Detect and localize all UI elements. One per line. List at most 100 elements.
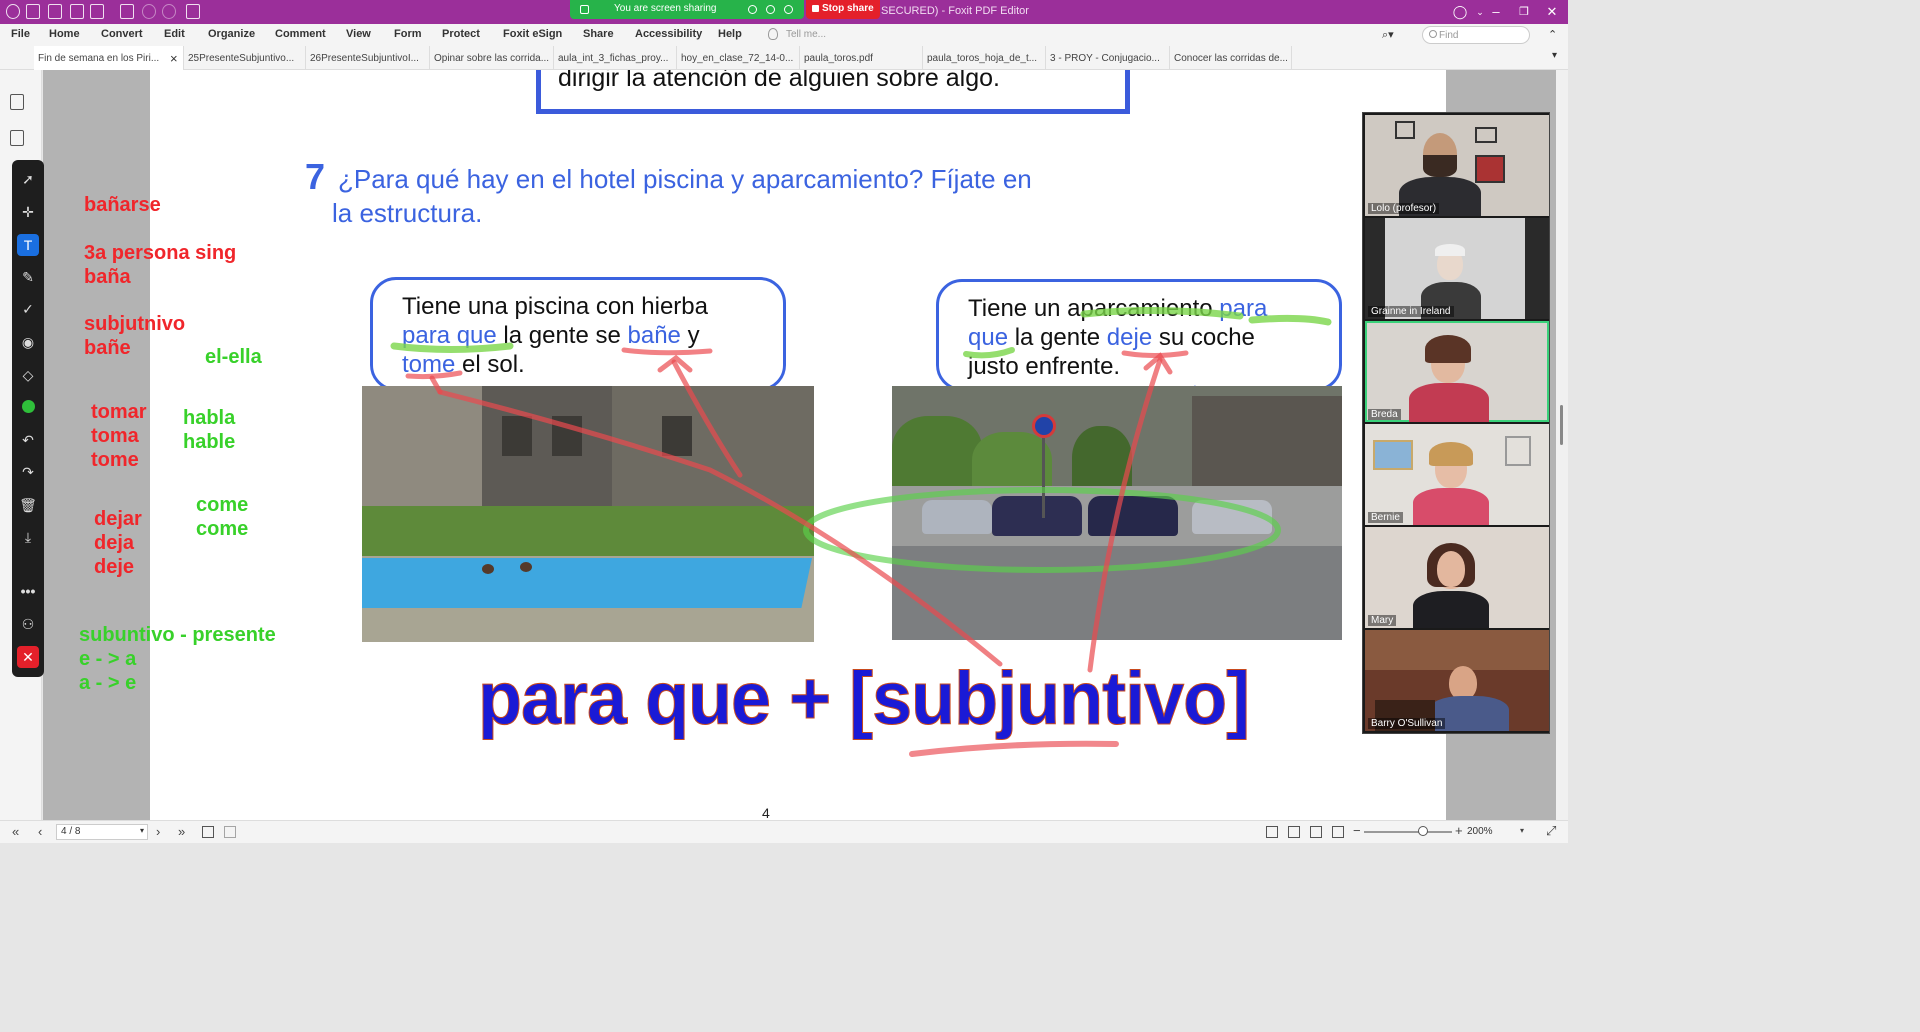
document-tab[interactable]: Opinar sobre las corrida...	[430, 46, 554, 70]
stamp-icon[interactable]: ◉	[17, 331, 39, 353]
next-page-icon[interactable]: ›	[156, 824, 160, 839]
select-arrow-icon[interactable]: ➚	[17, 168, 39, 190]
menu-edit[interactable]: Edit	[164, 28, 185, 40]
hand-tool-icon[interactable]	[186, 4, 200, 19]
close-window-button[interactable]: ✕	[1538, 2, 1566, 22]
move-icon[interactable]: ✛	[17, 201, 39, 223]
tab-list-chevron-icon[interactable]: ▾	[1552, 50, 1557, 61]
menu-foxit-esign[interactable]: Foxit eSign	[503, 28, 562, 40]
video-participants-panel: Lolo (profesor) Grainne in Ireland Breda…	[1362, 112, 1550, 734]
page-dropdown-icon[interactable]: ▾	[140, 826, 144, 835]
page-number-input[interactable]: 4 / 8 ▾	[56, 824, 148, 840]
participant-video-tile[interactable]: Lolo (profesor)	[1365, 115, 1549, 216]
note-deja: deja	[94, 532, 135, 554]
close-annotation-icon[interactable]: ✕	[17, 646, 39, 668]
note-bane: bañe	[84, 337, 131, 359]
menu-share[interactable]: Share	[583, 28, 614, 40]
menu-bar: File Home Convert Edit Organize Comment …	[0, 24, 1568, 46]
document-tab[interactable]: 3 - PROY - Conjugacio...	[1046, 46, 1170, 70]
participant-icon[interactable]: ⚇	[17, 613, 39, 635]
menu-help[interactable]: Help	[718, 28, 742, 40]
cloud-icon[interactable]	[766, 5, 775, 14]
menu-protect[interactable]: Protect	[442, 28, 480, 40]
more-options-icon[interactable]: •••	[17, 580, 39, 602]
create-icon[interactable]	[90, 4, 104, 19]
document-tab[interactable]: 25PresenteSubjuntivo...	[184, 46, 306, 70]
document-tab[interactable]: aula_int_3_fichas_proy...	[554, 46, 677, 70]
note-subuntivo-presente: subuntivo - presente	[79, 624, 276, 646]
find-input[interactable]: Find	[1422, 26, 1530, 44]
zoom-slider-thumb[interactable]	[1418, 826, 1428, 836]
window-title: SECURED) - Foxit PDF Editor	[881, 5, 1029, 17]
continuous-facing-view-icon[interactable]	[1332, 826, 1344, 838]
menu-accessibility[interactable]: Accessibility	[635, 28, 702, 40]
participant-video-tile[interactable]: Bernie	[1365, 424, 1549, 525]
document-tab[interactable]: paula_toros.pdf	[800, 46, 923, 70]
search-options-icon[interactable]: ⌕▾	[1382, 28, 1394, 42]
page-layout-icon[interactable]	[202, 826, 214, 838]
document-tab[interactable]: 26PresenteSubjuntivoI...	[306, 46, 430, 70]
checkmark-icon[interactable]: ✓	[17, 298, 39, 320]
facing-view-icon[interactable]	[1310, 826, 1322, 838]
eraser-icon[interactable]: ◇	[17, 364, 39, 386]
zoom-out-icon[interactable]: −	[1353, 823, 1361, 838]
print-icon[interactable]	[70, 4, 84, 19]
document-tab[interactable]: Fin de semana en los Piri...	[34, 46, 184, 70]
new-doc-icon[interactable]	[120, 4, 134, 19]
note-a-e: a - > e	[79, 672, 137, 694]
tell-me-search[interactable]: Tell me...	[766, 27, 876, 43]
previous-page-icon[interactable]: ‹	[38, 824, 42, 839]
single-page-view-icon[interactable]	[1266, 826, 1278, 838]
first-page-icon[interactable]: «	[12, 824, 19, 839]
close-tab-icon[interactable]: ×	[170, 51, 178, 66]
redo-icon[interactable]	[162, 4, 176, 19]
save-icon[interactable]	[48, 4, 62, 19]
audio-icon[interactable]	[748, 5, 757, 14]
minimize-button[interactable]: –	[1482, 2, 1510, 22]
zoom-slider[interactable]	[1364, 831, 1452, 833]
title-bar: You are screen sharing Stop share SECURE…	[0, 0, 1568, 24]
undo-icon[interactable]	[142, 4, 156, 19]
note-subjutnivo: subjutnivo	[84, 313, 186, 335]
shield-icon[interactable]	[784, 5, 793, 14]
last-page-icon[interactable]: »	[178, 824, 185, 839]
open-file-icon[interactable]	[26, 4, 40, 19]
menu-form[interactable]: Form	[394, 28, 422, 40]
participant-video-tile[interactable]: Grainne in Ireland	[1365, 218, 1549, 319]
pen-icon[interactable]: ✎	[17, 266, 39, 288]
participant-video-tile[interactable]: Barry O'Sullivan	[1365, 630, 1549, 731]
download-icon[interactable]: ⤓	[17, 526, 39, 548]
color-picker-icon[interactable]	[17, 396, 39, 418]
continuous-view-icon[interactable]	[1288, 826, 1300, 838]
ink-annotations	[390, 306, 1332, 757]
zoom-in-icon[interactable]: +	[1455, 823, 1463, 838]
fullscreen-icon[interactable]: ⤢	[1546, 823, 1556, 839]
participant-video-tile[interactable]: Mary	[1365, 527, 1549, 628]
bookmark-icon[interactable]	[10, 94, 24, 110]
stop-share-button[interactable]: Stop share	[806, 0, 880, 19]
scrollbar-thumb[interactable]	[1560, 405, 1563, 445]
undo-icon[interactable]: ↶	[17, 429, 39, 451]
page-layout-alt-icon[interactable]	[224, 826, 236, 838]
zoom-level[interactable]: 200%	[1467, 826, 1493, 837]
document-tab[interactable]: paula_toros_hoja_de_t...	[923, 46, 1046, 70]
trash-icon[interactable]: 🗑	[17, 494, 39, 516]
menu-organize[interactable]: Organize	[208, 28, 255, 40]
vertical-scrollbar[interactable]	[1556, 70, 1568, 820]
menu-view[interactable]: View	[346, 28, 371, 40]
restore-button[interactable]: ❐	[1510, 2, 1538, 22]
menu-more-chevron-icon[interactable]: ⌃	[1548, 28, 1557, 41]
menu-home[interactable]: Home	[49, 28, 80, 40]
share-pin-icon	[580, 5, 589, 14]
menu-file[interactable]: File	[11, 28, 30, 40]
pages-icon[interactable]	[10, 130, 24, 146]
document-tab[interactable]: hoy_en_clase_72_14-0...	[677, 46, 800, 70]
participant-video-tile[interactable]: Breda	[1365, 321, 1549, 422]
document-tab[interactable]: Conocer las corridas de...	[1170, 46, 1292, 70]
search-icon	[1429, 30, 1437, 38]
redo-icon[interactable]: ↷	[17, 461, 39, 483]
zoom-dropdown-icon[interactable]: ▾	[1520, 826, 1524, 835]
menu-convert[interactable]: Convert	[101, 28, 143, 40]
menu-comment[interactable]: Comment	[275, 28, 326, 40]
text-tool-icon[interactable]: T	[17, 234, 39, 256]
